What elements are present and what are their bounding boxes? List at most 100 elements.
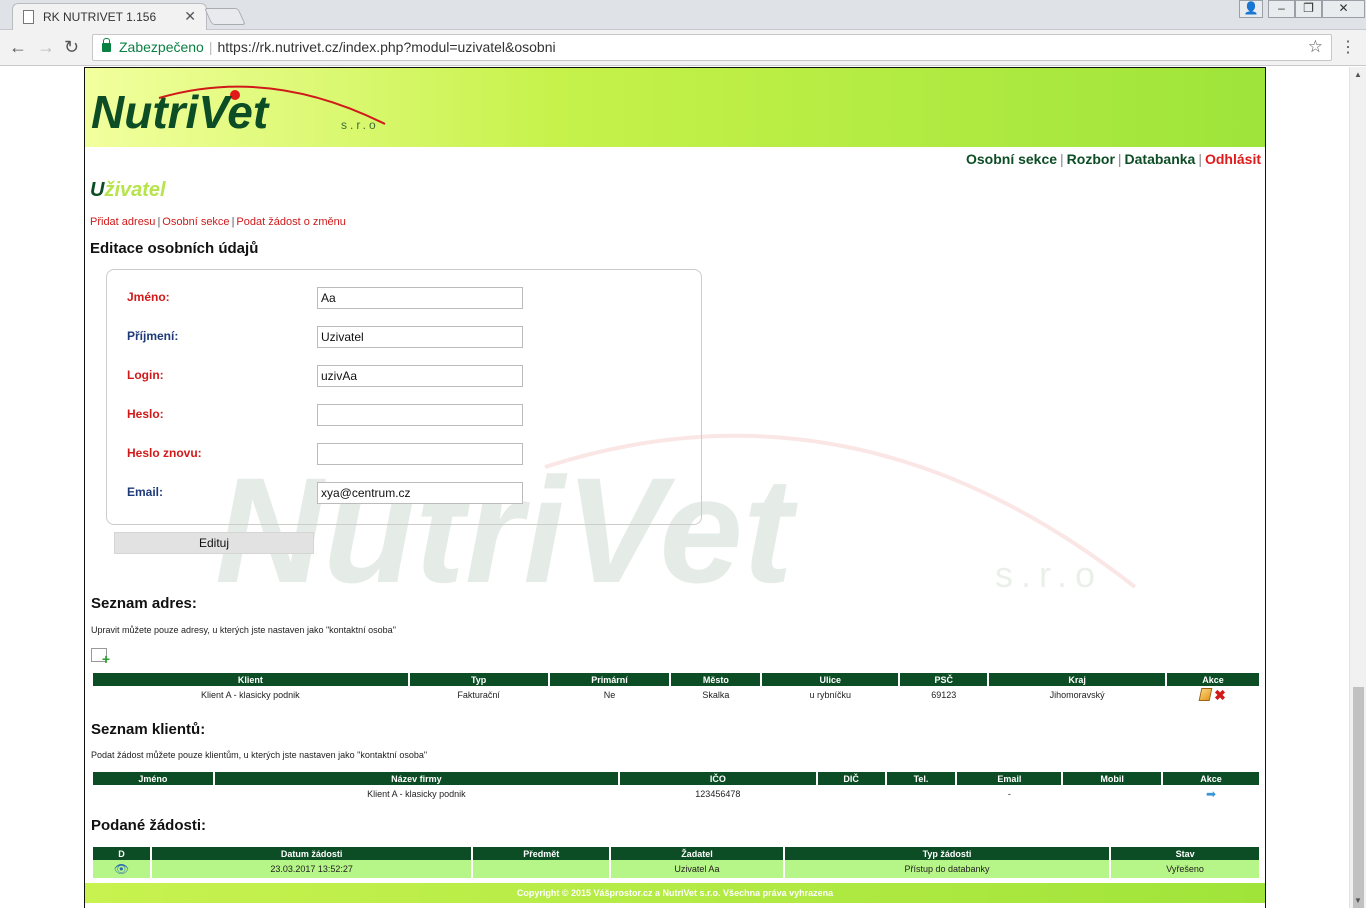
col-ico: IČO: [620, 772, 816, 785]
col-tel: Tel.: [886, 772, 956, 785]
addresses-heading: Seznam adres:: [91, 595, 197, 612]
clients-table: Jméno Název firmy IČO DIČ Tel. Email Mob…: [91, 772, 1261, 802]
login-field[interactable]: [317, 365, 523, 387]
col-mobil: Mobil: [1063, 772, 1162, 785]
page-content: NutriVet s.r.o NutriVet s.r.o Osobní sek…: [84, 67, 1266, 908]
eye-icon[interactable]: 👁: [114, 862, 129, 876]
addresses-table: Klient Typ Primární Město Ulice PSČ Kraj…: [91, 673, 1261, 703]
reload-icon[interactable]: ↻: [64, 37, 79, 58]
url-input[interactable]: Zabezpečeno | https://rk.nutrivet.cz/index…: [92, 34, 1332, 61]
col-klient: Klient: [93, 673, 408, 686]
scroll-down-icon[interactable]: ▼: [1354, 896, 1362, 905]
new-tab-button[interactable]: [204, 8, 246, 25]
col-mesto: Město: [671, 673, 761, 686]
request-arrow-icon[interactable]: ➡: [1206, 787, 1216, 801]
nav-logout[interactable]: Odhlásit: [1205, 151, 1261, 167]
bookmark-star-icon[interactable]: ☆: [1308, 37, 1323, 57]
col-email: Email: [957, 772, 1062, 785]
requests-table: D Datum žádosti Předmět Žadatel Typ žádo…: [91, 847, 1261, 878]
delete-x-icon[interactable]: ✖: [1214, 688, 1226, 702]
back-arrow-icon[interactable]: ←: [9, 37, 27, 58]
lock-icon: [102, 38, 111, 52]
profile-icon[interactable]: 👤: [1239, 0, 1263, 18]
personal-data-form: Jméno: Příjmení: Login: Heslo: Heslo zno…: [106, 269, 702, 525]
nav-rozbor[interactable]: Rozbor: [1067, 151, 1115, 167]
col-d: D: [93, 847, 150, 860]
browser-tab-bar: RK NUTRIVET 1.156 ✕ 👤 – ❐ ✕: [0, 0, 1366, 30]
change-request-link[interactable]: Podat žádost o změnu: [236, 216, 345, 228]
heslo-label: Heslo:: [127, 407, 164, 421]
nutrivet-logo[interactable]: NutriVet s.r.o: [89, 76, 389, 146]
scroll-up-icon[interactable]: ▲: [1354, 70, 1362, 79]
minimize-button[interactable]: –: [1268, 0, 1295, 18]
col-typ: Typ: [409, 673, 548, 686]
logo-text: NutriVet: [91, 86, 270, 138]
watermark-suffix: s.r.o: [995, 554, 1103, 595]
nav-databanka[interactable]: Databanka: [1125, 151, 1196, 167]
add-address-link[interactable]: Přidat adresu: [90, 216, 155, 228]
clients-note: Podat žádost můžete pouze klientům, u kt…: [91, 750, 428, 760]
table-row: Klient A - klasicky podnik 123456478 - ➡: [93, 785, 1259, 802]
col-stav: Stav: [1111, 847, 1259, 860]
col-kraj: Kraj: [989, 673, 1166, 686]
url-text: https://rk.nutrivet.cz/index.php?modul=u…: [217, 39, 556, 55]
edit-heading: Editace osobních údajů: [90, 240, 259, 257]
col-akce: Akce: [1163, 772, 1259, 785]
prijmeni-label: Příjmení:: [127, 329, 179, 343]
add-address-icon[interactable]: [91, 648, 110, 667]
form-row-heslo: Heslo:: [127, 404, 687, 431]
close-window-button[interactable]: ✕: [1322, 0, 1365, 18]
nav-osobni-sekce[interactable]: Osobní sekce: [966, 151, 1057, 167]
col-datum: Datum žádosti: [151, 847, 472, 860]
site-footer: Copyright © 2015 Vášprostor.cz a NutriVe…: [85, 883, 1265, 903]
form-row-heslo-znovu: Heslo znovu:: [127, 443, 687, 470]
page-title: Uživatel: [90, 179, 166, 201]
col-akce: Akce: [1167, 673, 1259, 686]
heslo-znovu-label: Heslo znovu:: [127, 446, 202, 460]
jmeno-field[interactable]: [317, 287, 523, 309]
col-dic: DIČ: [817, 772, 885, 785]
edit-pencil-icon[interactable]: [1198, 688, 1213, 701]
close-tab-icon[interactable]: ✕: [184, 8, 196, 25]
form-row-email: Email:: [127, 482, 687, 509]
jmeno-label: Jméno:: [127, 290, 170, 304]
col-nazev-firmy: Název firmy: [214, 772, 618, 785]
edit-button[interactable]: Edituj: [114, 532, 314, 554]
scrollbar-thumb[interactable]: [1353, 687, 1364, 908]
col-ulice: Ulice: [762, 673, 899, 686]
prijmeni-field[interactable]: [317, 326, 523, 348]
clients-heading: Seznam klientů:: [91, 721, 206, 738]
table-row: 👁 23.03.2017 13:52:27 Uzivatel Aa Přístu…: [93, 860, 1259, 878]
col-primarni: Primární: [549, 673, 670, 686]
email-label: Email:: [127, 485, 164, 499]
col-jmeno: Jméno: [93, 772, 213, 785]
browser-tab[interactable]: RK NUTRIVET 1.156 ✕: [12, 3, 207, 30]
secure-label: Zabezpečeno: [119, 39, 204, 55]
top-navigation: Osobní sekce | Rozbor | Databanka | Odhlásit: [965, 151, 1261, 167]
col-psc: PSČ: [900, 673, 988, 686]
form-row-prijmeni: Příjmení:: [127, 326, 687, 353]
document-icon: [23, 10, 34, 24]
browser-menu-icon[interactable]: ⋮: [1340, 37, 1356, 57]
personal-section-link[interactable]: Osobní sekce: [162, 216, 229, 228]
heslo-znovu-field[interactable]: [317, 443, 523, 465]
site-header: NutriVet s.r.o: [85, 67, 1265, 147]
forward-arrow-icon[interactable]: →: [37, 37, 55, 58]
requests-heading: Podané žádosti:: [91, 817, 207, 834]
client-actions: ➡: [1163, 785, 1259, 802]
page-scrollbar[interactable]: ▲ ▼: [1349, 67, 1366, 908]
logo-suffix: s.r.o: [341, 118, 379, 132]
sub-links: Přidat adresu | Osobní sekce | Podat žádost …: [90, 216, 346, 228]
restore-button[interactable]: ❐: [1295, 0, 1322, 18]
request-detail: 👁: [93, 860, 150, 878]
addresses-note: Upravit můžete pouze adresy, u kterých j…: [91, 625, 396, 635]
col-zadatel: Žadatel: [611, 847, 783, 860]
form-row-jmeno: Jméno:: [127, 287, 687, 314]
form-row-login: Login:: [127, 365, 687, 392]
col-predmet: Předmět: [473, 847, 610, 860]
col-typ-zadosti: Typ žádosti: [784, 847, 1110, 860]
address-bar: ← → ↻ Zabezpečeno | https://rk.nutrivet.cz…: [0, 30, 1366, 66]
address-actions: ✖: [1167, 686, 1259, 703]
heslo-field[interactable]: [317, 404, 523, 426]
email-field[interactable]: [317, 482, 523, 504]
